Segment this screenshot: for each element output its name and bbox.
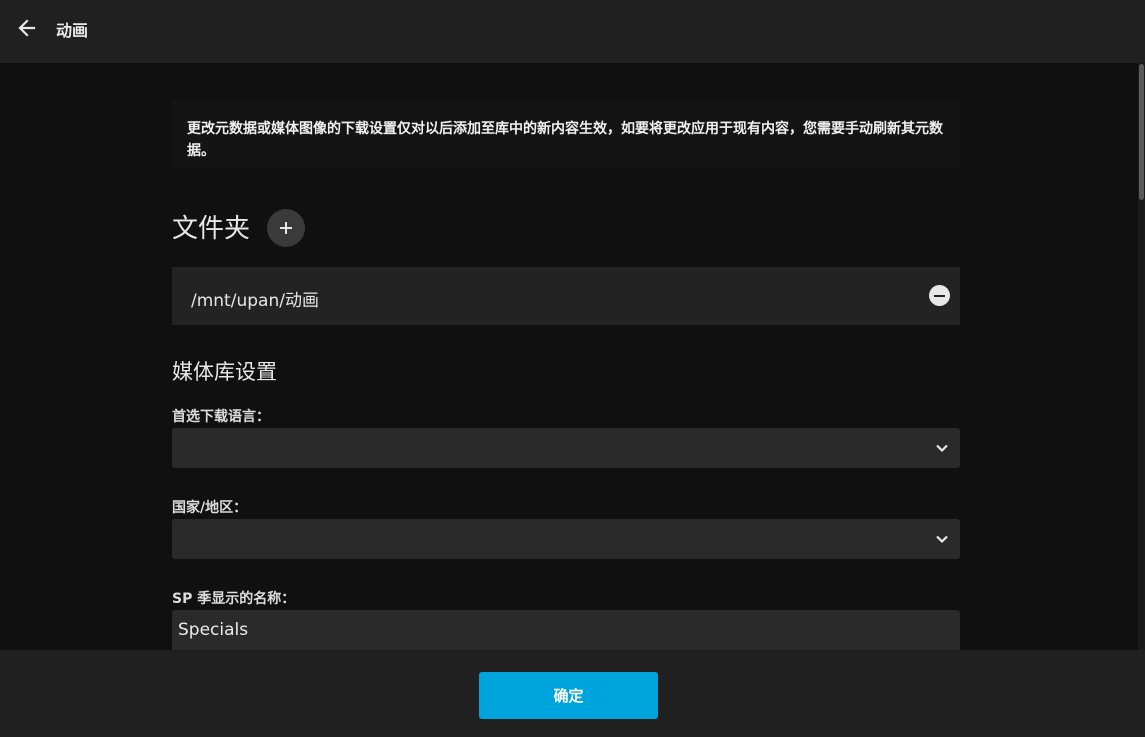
main-content: 更改元数据或媒体图像的下载设置仅对以后添加至库中的新内容生效，如要将更改应用于现… [0, 63, 1145, 650]
remove-folder-button[interactable] [929, 285, 950, 306]
chevron-down-icon [936, 444, 948, 453]
language-label: 首选下载语言： [172, 409, 270, 425]
app-header: 动画 [0, 0, 1145, 63]
metadata-notice: 更改元数据或媒体图像的下载设置仅对以后添加至库中的新内容生效，如要将更改应用于现… [172, 100, 960, 168]
chevron-down-icon [936, 535, 948, 544]
specials-label: SP 季显示的名称： [172, 591, 296, 607]
country-select[interactable] [172, 519, 960, 559]
language-select[interactable] [172, 428, 960, 468]
add-folder-button[interactable] [267, 209, 305, 247]
specials-name-input[interactable] [172, 610, 960, 650]
plus-icon [280, 222, 292, 234]
minus-circle-icon [934, 294, 945, 297]
footer-bar: 确定 [0, 650, 1145, 737]
library-settings-heading: 媒体库设置 [172, 360, 277, 384]
arrow-left-icon [18, 19, 36, 37]
back-button[interactable] [14, 15, 40, 41]
page-title: 动画 [56, 21, 89, 40]
country-label: 国家/地区： [172, 500, 248, 516]
folder-path: /mnt/upan/动画 [191, 291, 319, 311]
folder-list-item: /mnt/upan/动画 [172, 267, 960, 325]
ok-button[interactable]: 确定 [479, 672, 658, 719]
scrollbar-thumb[interactable] [1139, 64, 1144, 200]
folders-heading: 文件夹 [172, 214, 251, 244]
